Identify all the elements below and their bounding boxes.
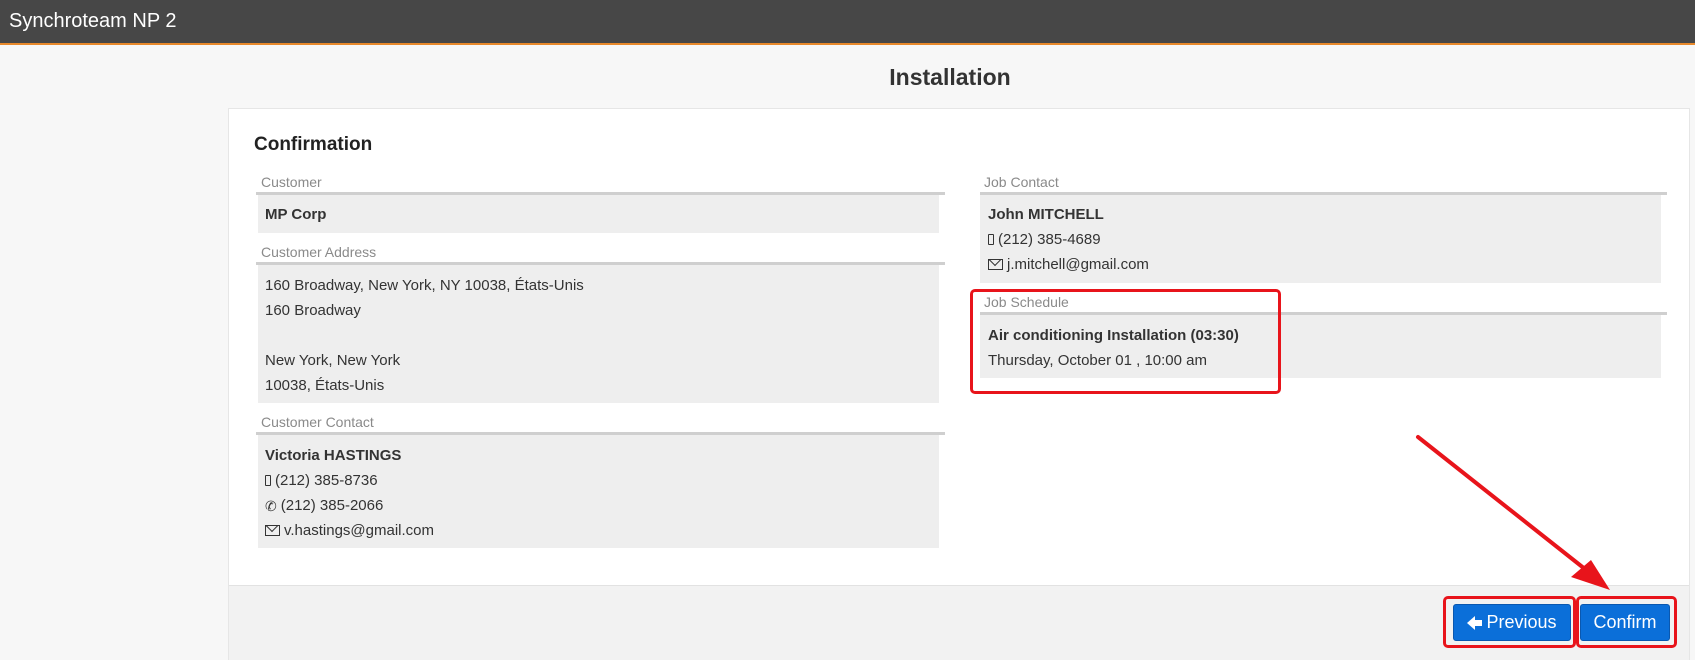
annotation-arrow-icon <box>1416 435 1610 590</box>
